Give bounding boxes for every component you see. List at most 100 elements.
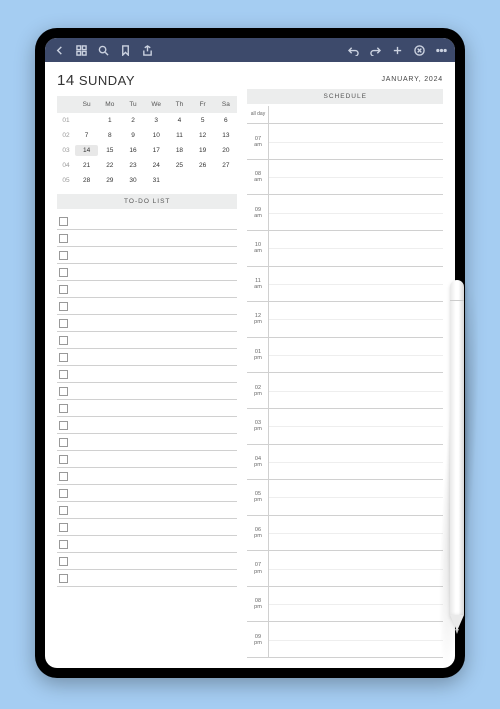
calendar-day[interactable]: 31 xyxy=(145,175,168,186)
undo-icon[interactable] xyxy=(347,44,359,56)
todo-checkbox[interactable] xyxy=(59,421,68,430)
todo-item[interactable] xyxy=(57,536,237,553)
calendar-day[interactable]: 13 xyxy=(214,130,237,141)
schedule-slot[interactable] xyxy=(269,124,443,159)
todo-item[interactable] xyxy=(57,281,237,298)
calendar-day[interactable]: 17 xyxy=(145,145,168,156)
calendar-day[interactable]: 30 xyxy=(121,175,144,186)
todo-item[interactable] xyxy=(57,298,237,315)
todo-checkbox[interactable] xyxy=(59,574,68,583)
schedule-slot[interactable] xyxy=(269,551,443,586)
schedule-hour-row[interactable]: 12pm xyxy=(247,302,443,338)
calendar-day[interactable]: 9 xyxy=(121,130,144,141)
todo-item[interactable] xyxy=(57,485,237,502)
redo-icon[interactable] xyxy=(369,44,381,56)
todo-item[interactable] xyxy=(57,383,237,400)
todo-item[interactable] xyxy=(57,332,237,349)
more-icon[interactable] xyxy=(435,44,447,56)
todo-item[interactable] xyxy=(57,400,237,417)
todo-checkbox[interactable] xyxy=(59,336,68,345)
calendar-day[interactable]: 26 xyxy=(191,160,214,171)
todo-item[interactable] xyxy=(57,417,237,434)
bookmark-icon[interactable] xyxy=(119,44,131,56)
schedule-hour-row[interactable]: 08pm xyxy=(247,587,443,623)
schedule-slot[interactable] xyxy=(269,516,443,551)
search-icon[interactable] xyxy=(97,44,109,56)
todo-checkbox[interactable] xyxy=(59,353,68,362)
calendar-day[interactable]: 11 xyxy=(168,130,191,141)
todo-checkbox[interactable] xyxy=(59,455,68,464)
calendar-day[interactable]: 27 xyxy=(214,160,237,171)
calendar-day[interactable]: 6 xyxy=(214,115,237,126)
schedule-hour-row[interactable]: 07am xyxy=(247,124,443,160)
schedule-slot[interactable] xyxy=(269,587,443,622)
calendar-day[interactable]: 24 xyxy=(145,160,168,171)
calendar-day[interactable]: 7 xyxy=(75,130,98,141)
schedule-hour-row[interactable]: 07pm xyxy=(247,551,443,587)
todo-checkbox[interactable] xyxy=(59,251,68,260)
calendar-day[interactable]: 16 xyxy=(121,145,144,156)
todo-checkbox[interactable] xyxy=(59,404,68,413)
calendar-day[interactable]: 2 xyxy=(121,115,144,126)
schedule-slot[interactable] xyxy=(269,480,443,515)
schedule-hour-row[interactable]: 01pm xyxy=(247,338,443,374)
schedule-allday-row[interactable]: all day xyxy=(247,106,443,124)
schedule-hour-row[interactable]: 06pm xyxy=(247,516,443,552)
todo-item[interactable] xyxy=(57,468,237,485)
calendar-day[interactable]: 10 xyxy=(145,130,168,141)
schedule-hour-row[interactable]: 02pm xyxy=(247,373,443,409)
todo-checkbox[interactable] xyxy=(59,506,68,515)
todo-checkbox[interactable] xyxy=(59,472,68,481)
todo-item[interactable] xyxy=(57,247,237,264)
todo-item[interactable] xyxy=(57,451,237,468)
todo-item[interactable] xyxy=(57,519,237,536)
calendar-day[interactable]: 18 xyxy=(168,145,191,156)
calendar-day[interactable]: 4 xyxy=(168,115,191,126)
calendar-day[interactable]: 28 xyxy=(75,175,98,186)
todo-item[interactable] xyxy=(57,502,237,519)
schedule-slot[interactable] xyxy=(269,267,443,302)
schedule-slot[interactable] xyxy=(269,106,443,123)
todo-checkbox[interactable] xyxy=(59,302,68,311)
schedule-hour-row[interactable]: 09am xyxy=(247,195,443,231)
todo-item[interactable] xyxy=(57,315,237,332)
todo-checkbox[interactable] xyxy=(59,540,68,549)
schedule-slot[interactable] xyxy=(269,409,443,444)
grid-icon[interactable] xyxy=(75,44,87,56)
todo-checkbox[interactable] xyxy=(59,370,68,379)
todo-item[interactable] xyxy=(57,213,237,230)
todo-checkbox[interactable] xyxy=(59,217,68,226)
calendar-day[interactable]: 21 xyxy=(75,160,98,171)
todo-item[interactable] xyxy=(57,570,237,587)
calendar-day[interactable]: 15 xyxy=(98,145,121,156)
add-icon[interactable] xyxy=(391,44,403,56)
calendar-day[interactable]: 1 xyxy=(98,115,121,126)
todo-checkbox[interactable] xyxy=(59,319,68,328)
schedule-slot[interactable] xyxy=(269,195,443,230)
calendar-day[interactable]: 5 xyxy=(191,115,214,126)
schedule-slot[interactable] xyxy=(269,445,443,480)
calendar-day[interactable]: 14 xyxy=(75,145,98,156)
todo-item[interactable] xyxy=(57,366,237,383)
todo-item[interactable] xyxy=(57,230,237,247)
mini-calendar[interactable]: Su Mo Tu We Th Fr Sa 0112345602789101112… xyxy=(57,96,237,188)
schedule-hour-row[interactable]: 10am xyxy=(247,231,443,267)
todo-checkbox[interactable] xyxy=(59,523,68,532)
schedule-slot[interactable] xyxy=(269,338,443,373)
schedule-slot[interactable] xyxy=(269,373,443,408)
calendar-day[interactable]: 20 xyxy=(214,145,237,156)
schedule-slot[interactable] xyxy=(269,231,443,266)
calendar-day[interactable]: 12 xyxy=(191,130,214,141)
schedule-hour-row[interactable]: 03pm xyxy=(247,409,443,445)
calendar-day[interactable]: 19 xyxy=(191,145,214,156)
schedule-slot[interactable] xyxy=(269,160,443,195)
schedule-hour-row[interactable]: 08am xyxy=(247,160,443,196)
schedule-slot[interactable] xyxy=(269,622,443,657)
back-icon[interactable] xyxy=(53,44,65,56)
todo-checkbox[interactable] xyxy=(59,438,68,447)
todo-item[interactable] xyxy=(57,553,237,570)
todo-item[interactable] xyxy=(57,349,237,366)
calendar-day[interactable]: 23 xyxy=(121,160,144,171)
schedule-hour-row[interactable]: 09pm xyxy=(247,622,443,658)
todo-checkbox[interactable] xyxy=(59,489,68,498)
